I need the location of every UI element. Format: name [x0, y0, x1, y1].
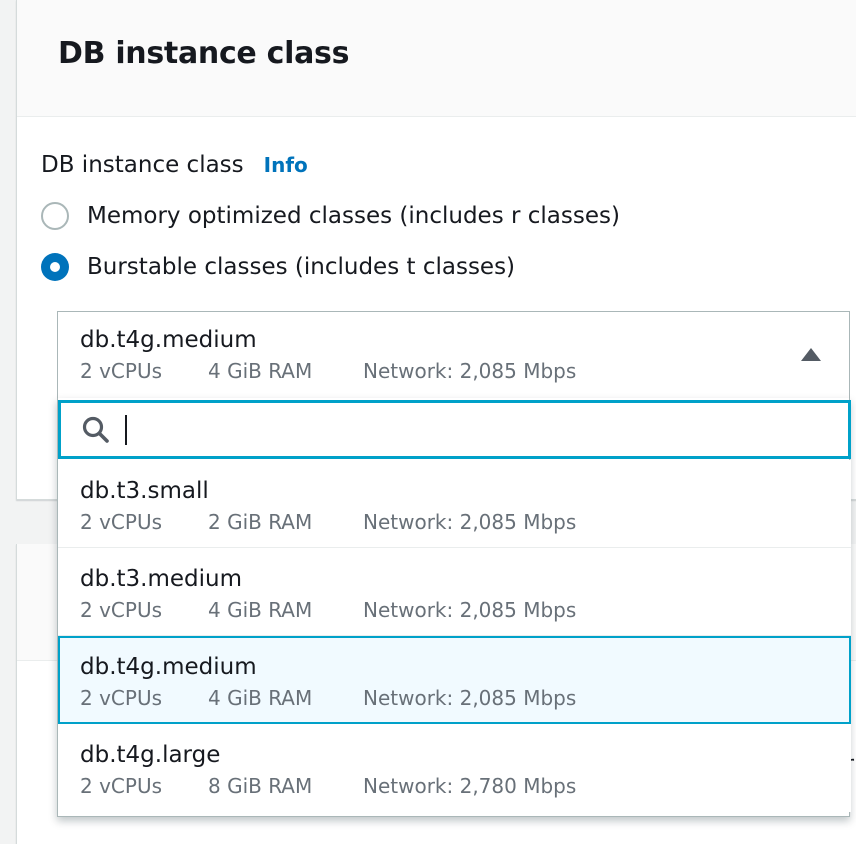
selected-option-name: db.t4g.medium	[80, 327, 257, 353]
option-specs: 2 vCPUs 4 GiB RAM Network: 2,085 Mbps	[80, 686, 849, 710]
network-text: Network: 2,085 Mbps	[363, 359, 577, 383]
ram-text: 4 GiB RAM	[208, 598, 313, 622]
option-specs: 2 vCPUs 8 GiB RAM Network: 2,780 Mbps	[80, 774, 851, 798]
ram-text: 8 GiB RAM	[208, 774, 313, 798]
field-label-row: DB instance class Info	[41, 152, 308, 178]
panel-header: DB instance class	[17, 0, 856, 117]
caret-up-icon[interactable]	[801, 348, 821, 361]
instance-class-select[interactable]: db.t4g.medium 2 vCPUs 4 GiB RAM Network:…	[57, 311, 850, 398]
text-cursor	[125, 414, 127, 445]
radio-label: Memory optimized classes (includes r cla…	[87, 203, 620, 229]
option-db-t4g-large[interactable]: db.t4g.large 2 vCPUs 8 GiB RAM Network: …	[58, 724, 851, 812]
option-db-t3-medium[interactable]: db.t3.medium 2 vCPUs 4 GiB RAM Network: …	[58, 548, 851, 636]
selected-option: db.t4g.medium 2 vCPUs 4 GiB RAM Network:…	[80, 327, 576, 383]
option-name: db.t3.small	[80, 478, 209, 504]
search-box[interactable]	[58, 400, 851, 459]
option-db-t3-small[interactable]: db.t3.small 2 vCPUs 2 GiB RAM Network: 2…	[58, 460, 851, 548]
option-name: db.t3.medium	[80, 566, 242, 592]
instance-class-dropdown: db.t3.small 2 vCPUs 2 GiB RAM Network: 2…	[57, 398, 851, 817]
selected-option-specs: 2 vCPUs 4 GiB RAM Network: 2,085 Mbps	[80, 359, 576, 383]
option-specs: 2 vCPUs 4 GiB RAM Network: 2,085 Mbps	[80, 598, 851, 622]
field-label: DB instance class	[41, 152, 244, 178]
info-link[interactable]: Info	[264, 153, 308, 177]
search-icon	[81, 415, 111, 445]
ram-text: 4 GiB RAM	[208, 686, 313, 710]
search-input[interactable]	[133, 409, 848, 450]
option-specs: 2 vCPUs 2 GiB RAM Network: 2,085 Mbps	[80, 510, 851, 534]
vcpus-text: 2 vCPUs	[80, 359, 163, 383]
ram-text: 4 GiB RAM	[208, 359, 313, 383]
option-name: db.t4g.large	[80, 742, 221, 768]
vcpus-text: 2 vCPUs	[80, 510, 163, 534]
network-text: Network: 2,780 Mbps	[363, 774, 577, 798]
radio-burstable[interactable]: Burstable classes (includes t classes)	[41, 253, 515, 281]
network-text: Network: 2,085 Mbps	[363, 510, 577, 534]
radio-label: Burstable classes (includes t classes)	[87, 254, 516, 280]
option-name: db.t4g.medium	[80, 654, 257, 680]
vcpus-text: 2 vCPUs	[80, 774, 163, 798]
vcpus-text: 2 vCPUs	[80, 598, 163, 622]
network-text: Network: 2,085 Mbps	[363, 598, 577, 622]
panel-title: DB instance class	[58, 36, 350, 71]
radio-memory-optimized[interactable]: Memory optimized classes (includes r cla…	[41, 202, 620, 230]
vcpus-text: 2 vCPUs	[80, 686, 163, 710]
ram-text: 2 GiB RAM	[208, 510, 313, 534]
radio-unchecked-icon[interactable]	[41, 202, 69, 230]
radio-checked-icon[interactable]	[41, 253, 69, 281]
option-db-t4g-medium[interactable]: db.t4g.medium 2 vCPUs 4 GiB RAM Network:…	[58, 636, 851, 724]
network-text: Network: 2,085 Mbps	[363, 686, 577, 710]
